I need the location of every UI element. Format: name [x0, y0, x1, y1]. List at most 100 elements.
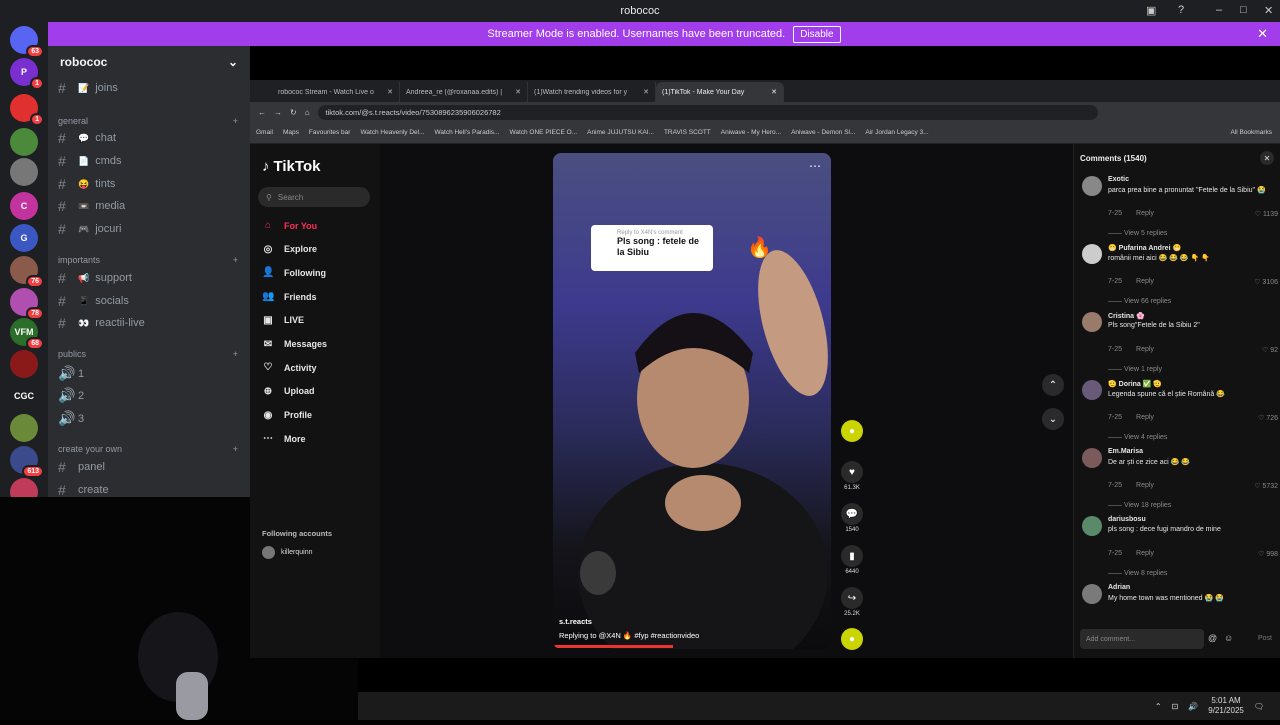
back-icon[interactable]: ←	[258, 108, 266, 117]
channel-item-3[interactable]: 🔊 3	[58, 410, 84, 427]
server-icon[interactable]	[10, 414, 38, 442]
bookmark-item[interactable]: TRAVIS SCOTT	[664, 129, 711, 136]
comment-like-button[interactable]: ♡ 5732	[1254, 482, 1278, 490]
comment-like-button[interactable]: ♡ 92	[1262, 346, 1278, 354]
comment-user[interactable]: 😁 Pufarina Andrei 😁	[1108, 244, 1181, 252]
channel-item-1[interactable]: 🔊 1	[58, 365, 84, 382]
close-comments-button[interactable]: ✕	[1260, 151, 1274, 165]
add-channel-icon[interactable]: +	[233, 255, 238, 265]
bookmark-item[interactable]: Aniwave - My Hero...	[721, 129, 781, 136]
bookmark-item[interactable]: Anime JUJUTSU KAI...	[587, 129, 654, 136]
comment-user[interactable]: Cristina 🌸	[1108, 312, 1145, 320]
avatar[interactable]	[1082, 584, 1102, 604]
bookmark-item[interactable]: Favourites bar	[309, 129, 351, 136]
previous-video-button[interactable]: ⌃	[1042, 374, 1064, 396]
video-player[interactable]: Reply to X4N's comment Pls song : fetele…	[553, 153, 831, 649]
tiktok-logo[interactable]: ♪ TikTok	[262, 158, 320, 175]
reply-button[interactable]: Reply	[1136, 210, 1154, 217]
avatar[interactable]	[1082, 244, 1102, 264]
clock[interactable]: 5:01 AM 9/21/2025	[1208, 696, 1244, 716]
channel-item-media[interactable]: # 📼 media	[58, 198, 125, 214]
avatar[interactable]	[1082, 380, 1102, 400]
server-icon[interactable]	[10, 128, 38, 156]
search-input[interactable]: ⚲ Search	[258, 187, 370, 207]
server-icon[interactable]: 76	[10, 256, 44, 288]
bookmark-item[interactable]: Gmail	[256, 129, 273, 136]
server-icon[interactable]: CGC	[10, 382, 38, 410]
category-header[interactable]: create your own +	[58, 444, 238, 454]
next-video-button[interactable]: ⌄	[1042, 408, 1064, 430]
avatar[interactable]	[1082, 312, 1102, 332]
browser-tab[interactable]: (1)Watch trending videos for y ✕	[528, 82, 656, 102]
server-icon[interactable]: 63	[10, 26, 44, 58]
category-header[interactable]: general +	[58, 116, 238, 126]
sound-avatar[interactable]: ●	[841, 628, 863, 652]
close-icon[interactable]: ✕	[1257, 26, 1268, 42]
channel-item-joins[interactable]: # 📝 joins	[58, 80, 118, 96]
nav-more[interactable]: ⋯ More	[262, 433, 306, 444]
reply-button[interactable]: Reply	[1136, 550, 1154, 557]
add-channel-icon[interactable]: +	[233, 349, 238, 359]
channel-item-cmds[interactable]: # 📄 cmds	[58, 153, 122, 169]
channel-item-panel[interactable]: # panel	[58, 459, 105, 475]
channel-item-reactii-live[interactable]: # 👀 reactii-live	[58, 315, 145, 331]
close-tab-icon[interactable]: ✕	[643, 88, 649, 96]
browser-tab[interactable]: (1)TikTok - Make Your Day ✕	[656, 82, 784, 102]
server-icon[interactable]: G	[10, 224, 38, 252]
channel-item-chat[interactable]: # 💬 chat	[58, 130, 116, 146]
server-icon[interactable]: VFM 68	[10, 318, 44, 350]
channel-item-tints[interactable]: # 😝 tints	[58, 176, 115, 192]
comment-button[interactable]: 💬 1540	[841, 503, 863, 533]
forward-icon[interactable]: →	[274, 108, 282, 117]
save-button[interactable]: ▮ 6440	[841, 545, 863, 575]
nav-explore[interactable]: ◎ Explore	[262, 244, 317, 255]
reload-icon[interactable]: ↻	[290, 108, 297, 117]
maximize-button[interactable]: □	[1240, 4, 1247, 16]
bookmark-item[interactable]: Watch ONE PIECE O...	[509, 129, 577, 136]
nav-messages[interactable]: ✉ Messages	[262, 339, 327, 350]
bookmark-item[interactable]: Aniwave - Demon Sl...	[791, 129, 855, 136]
volume-icon[interactable]: 🔊	[1188, 702, 1198, 711]
avatar[interactable]	[1082, 176, 1102, 196]
category-header[interactable]: publics +	[58, 349, 238, 359]
comment-like-button[interactable]: ♡ 726	[1258, 414, 1278, 422]
like-button[interactable]: ♥ 61.3K	[841, 461, 863, 491]
close-tab-icon[interactable]: ✕	[515, 88, 521, 96]
nav-activity[interactable]: ♡ Activity	[262, 362, 317, 373]
browser-tab[interactable]: robococ Stream - Watch Live o ✕	[272, 82, 400, 102]
nav-friends[interactable]: 👥 Friends	[262, 291, 317, 302]
share-button[interactable]: ↪ 25.2K	[841, 587, 863, 617]
server-icon[interactable]	[10, 158, 38, 186]
following-account[interactable]: killerquinn	[262, 546, 313, 559]
browser-tab[interactable]: Andreea_re (@roxanaa.edits) | ✕	[400, 82, 528, 102]
close-tab-icon[interactable]: ✕	[387, 88, 393, 96]
reply-button[interactable]: Reply	[1136, 414, 1154, 421]
view-replies-button[interactable]: —— View 8 replies	[1108, 570, 1167, 577]
comment-like-button[interactable]: ♡ 998	[1258, 550, 1278, 558]
reply-button[interactable]: Reply	[1136, 482, 1154, 489]
channel-item-jocuri[interactable]: # 🎮 jocuri	[58, 221, 122, 237]
comment-like-button[interactable]: ♡ 1139	[1255, 210, 1278, 218]
nav-following[interactable]: 👤 Following	[262, 267, 326, 278]
close-button[interactable]: ✕	[1264, 4, 1273, 17]
network-icon[interactable]: ⊡	[1172, 702, 1179, 711]
bookmark-item[interactable]: Watch Heavenly Del...	[360, 129, 424, 136]
comment-user[interactable]: 🫡 Dorina ✅ 🫡	[1108, 380, 1162, 388]
close-tab-icon[interactable]: ✕	[771, 88, 777, 96]
category-header[interactable]: importants +	[58, 255, 238, 265]
nav-live[interactable]: ▣ LIVE	[262, 315, 304, 326]
help-icon[interactable]: ?	[1178, 4, 1184, 16]
channel-item-2[interactable]: 🔊 2	[58, 387, 84, 404]
minimize-button[interactable]: –	[1216, 4, 1222, 16]
view-replies-button[interactable]: —— View 18 replies	[1108, 502, 1171, 509]
server-icon[interactable]: 1	[10, 94, 44, 126]
more-options-icon[interactable]: ⋯	[809, 159, 821, 173]
inbox-icon[interactable]: ▣	[1146, 4, 1156, 17]
add-channel-icon[interactable]: +	[233, 116, 238, 126]
channel-item-create[interactable]: # create	[58, 482, 109, 498]
channel-item-support[interactable]: # 📢 support	[58, 270, 132, 286]
channel-item-socials[interactable]: # 📱 socials	[58, 293, 129, 309]
avatar[interactable]	[1082, 448, 1102, 468]
server-icon[interactable]	[10, 350, 38, 378]
home-icon[interactable]: ⌂	[305, 108, 310, 117]
